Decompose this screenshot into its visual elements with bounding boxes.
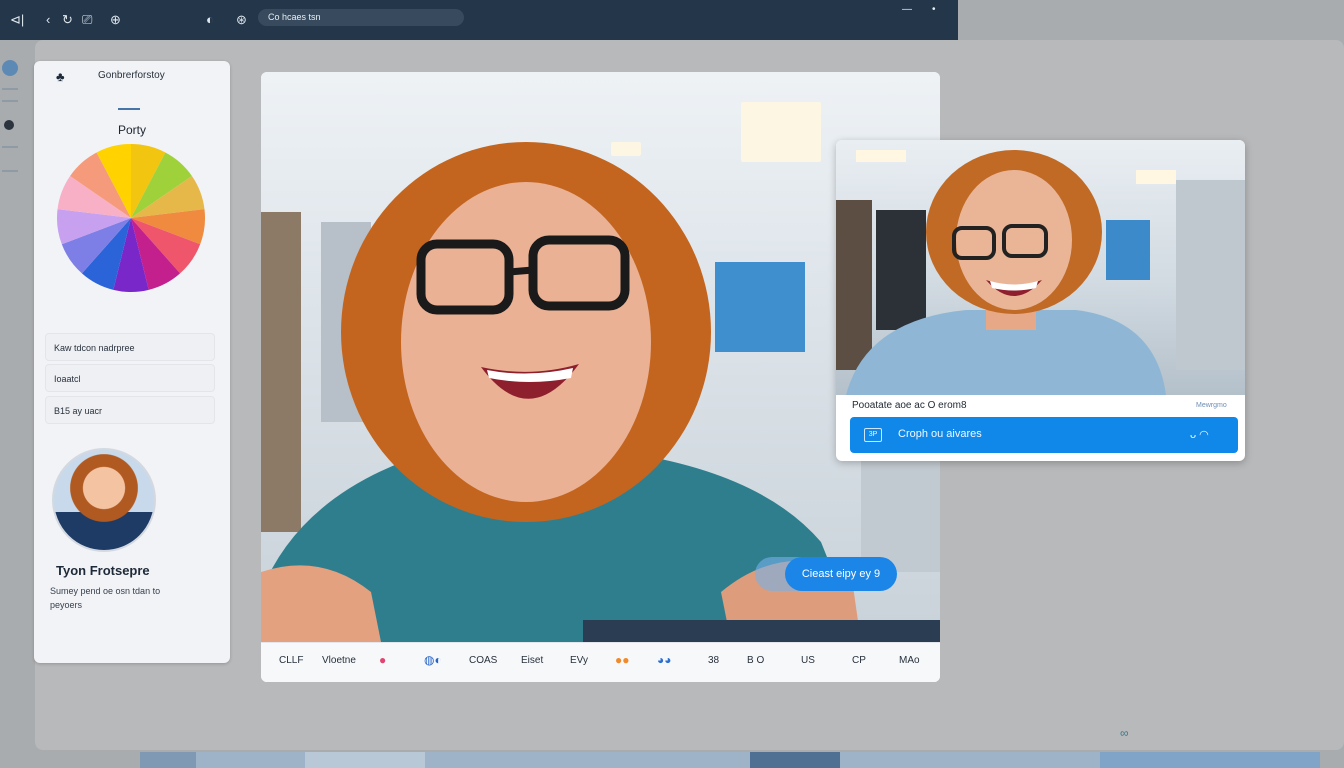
crop-action-label: Croph ou aivares	[898, 428, 982, 440]
back-icon[interactable]: ‹	[46, 12, 50, 27]
video-caption-bar	[583, 620, 940, 642]
crop-action-button[interactable]: 3P Croph ou aivares ᴗ ◠	[850, 417, 1238, 453]
rail-divider	[2, 100, 18, 102]
minimize-button[interactable]: —	[902, 4, 912, 15]
rail-divider	[2, 88, 18, 90]
app-icon[interactable]	[2, 60, 18, 76]
left-rail	[0, 60, 24, 220]
strip-segment	[750, 752, 840, 768]
preview-frame	[836, 140, 1245, 395]
sidebar-title: Gonbrerforstoy	[98, 70, 165, 81]
toolbar-item[interactable]: CLLF	[279, 655, 303, 666]
sidebar-subtitle: Porty	[117, 123, 146, 137]
toolbar-item[interactable]: EVy	[570, 655, 588, 666]
club-icon: ♣	[56, 69, 65, 84]
rail-divider	[2, 170, 18, 172]
list-item[interactable]: Ioaatcl	[45, 364, 215, 392]
toolbar-item[interactable]: B O	[747, 655, 764, 666]
avatar[interactable]	[52, 448, 156, 552]
search-input[interactable]: Co hcaes tsn	[258, 9, 464, 26]
toolbar-item[interactable]: ◍◐	[424, 653, 442, 667]
preview-popup[interactable]: Pooatate aoe ac O erom8 Mewrgmo 3P Croph…	[836, 140, 1245, 461]
toolbar-item[interactable]: ●●	[615, 653, 630, 667]
rail-divider	[2, 146, 18, 148]
toolbar-item[interactable]: COAS	[469, 655, 497, 666]
close-button[interactable]: •	[932, 4, 936, 15]
profile-description: Sumey pend oe osn tdan to peyoers	[50, 586, 161, 610]
bottom-strip	[140, 752, 1320, 768]
refresh-icon[interactable]: ↻	[62, 12, 73, 28]
rail-tool-icon[interactable]	[4, 120, 14, 130]
chat-bubble-button[interactable]: Cieast eipy ey 9	[785, 557, 897, 591]
toolbar-item[interactable]: 38	[708, 655, 719, 666]
camera-icon[interactable]: ⎚	[82, 12, 92, 28]
globe-icon[interactable]: ⊕	[110, 12, 121, 28]
toolbar-item[interactable]: Vloetne	[322, 655, 356, 666]
footer-logo-icon: ∞	[1120, 726, 1129, 740]
color-wheel[interactable]	[56, 143, 206, 293]
toolbar-item[interactable]: ◕◕	[657, 653, 672, 667]
preview-caption-link[interactable]: Mewrgmo	[1196, 402, 1227, 409]
strip-segment	[305, 752, 425, 768]
list-item[interactable]: B15 ay uacr	[45, 396, 215, 424]
toolbar-item[interactable]: MAo	[899, 655, 920, 666]
strip-segment	[1100, 752, 1320, 768]
toolbar-item[interactable]: ●	[379, 653, 386, 667]
title-bar: ⊲| ‹ ↻ ⎚ ⊕ ◐ ⊛ Co hcaes tsn — •	[0, 0, 958, 40]
toolbar-item[interactable]: US	[801, 655, 815, 666]
preview-person-figure	[836, 150, 1245, 395]
preview-caption: Pooatate aoe ac O erom8	[852, 400, 967, 411]
toolbar-item[interactable]: Eiset	[521, 655, 543, 666]
toggle-icon[interactable]: ᴗ ◠	[1190, 428, 1209, 441]
sidebar-panel: ♣ Gonbrerforstoy Porty Kaw tdcon nadrpre…	[34, 61, 230, 663]
profile-name: Tyon Frotsepre	[56, 563, 150, 578]
toolbar-item[interactable]: CP	[852, 655, 866, 666]
strip-segment	[140, 752, 196, 768]
list-item[interactable]: Kaw tdcon nadrpree	[45, 333, 215, 361]
sidebar-toggle-icon[interactable]: ⊲|	[10, 12, 24, 28]
video-toolbar: CLLF Vloetne ● ◍◐ COAS Eiset EVy ●● ◕◕ 38 B O US CP M…	[261, 642, 940, 682]
screen-icon: 3P	[864, 428, 882, 442]
title-underline	[118, 108, 140, 110]
record-icon[interactable]: ◐	[206, 12, 214, 27]
network-icon[interactable]: ⊛	[236, 12, 247, 28]
